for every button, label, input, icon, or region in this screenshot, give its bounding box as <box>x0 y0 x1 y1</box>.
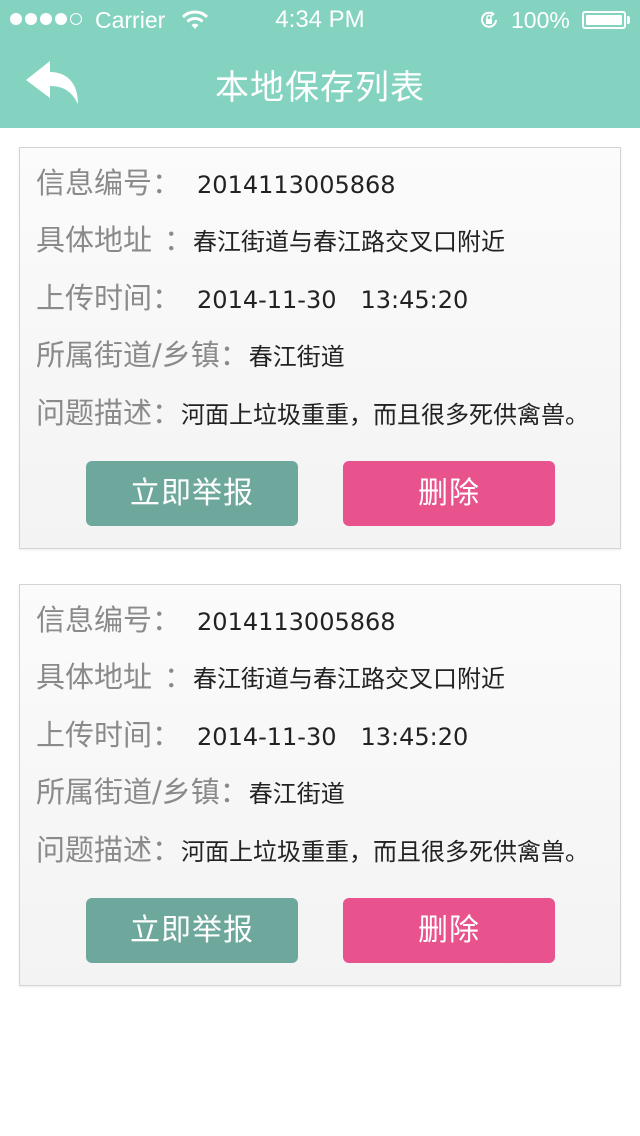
description-label: 问题描述 <box>36 396 153 430</box>
address-row: 具体地址 ：春江街道与春江路交叉口附近 <box>36 660 506 694</box>
page-title: 本地保存列表 <box>215 68 425 108</box>
address-label: 具体地址 <box>36 660 153 694</box>
record-id-value: 2014113005868 <box>197 171 396 199</box>
street-value: 春江街道 <box>248 343 345 371</box>
record-card: 信息编号： 2014113005868 具体地址 ：春江街道与春江路交叉口附近 上传… <box>19 584 621 986</box>
rotation-lock-icon <box>478 9 500 36</box>
street-label: 所属街道/乡镇 <box>36 775 220 809</box>
delete-button[interactable]: 删除 <box>343 461 555 526</box>
record-id-value: 2014113005868 <box>197 608 396 636</box>
street-label: 所属街道/乡镇 <box>36 338 220 372</box>
battery-percentage: 100% <box>511 7 570 33</box>
address-value: 春江街道与春江路交叉口附近 <box>193 228 506 256</box>
upload-time-label: 上传时间 <box>36 281 153 315</box>
battery-icon <box>582 11 626 29</box>
description-value: 河面上垃圾重重，而且很多死供禽兽。 <box>181 401 590 429</box>
upload-time-label: 上传时间 <box>36 718 153 752</box>
record-id-label: 信息编号 <box>36 603 153 637</box>
street-value: 春江街道 <box>248 780 345 808</box>
description-label: 问题描述 <box>36 833 153 867</box>
status-bar: Carrier 4:34 PM 100% <box>0 0 640 40</box>
upload-time-value: 2014-11-30 13:45:20 <box>197 286 469 314</box>
record-id-label: 信息编号 <box>36 166 153 200</box>
report-now-button[interactable]: 立即举报 <box>86 461 298 526</box>
description-value: 河面上垃圾重重，而且很多死供禽兽。 <box>181 838 590 866</box>
street-row: 所属街道/乡镇：春江街道 <box>36 338 345 372</box>
upload-time-row: 上传时间： 2014-11-30 13:45:20 <box>36 281 469 315</box>
upload-time-row: 上传时间： 2014-11-30 13:45:20 <box>36 718 469 752</box>
street-row: 所属街道/乡镇：春江街道 <box>36 775 345 809</box>
record-card: 信息编号： 2014113005868 具体地址 ：春江街道与春江路交叉口附近 上传… <box>19 147 621 549</box>
description-row: 问题描述：河面上垃圾重重，而且很多死供禽兽。 <box>36 396 590 430</box>
address-label: 具体地址 <box>36 223 153 257</box>
navigation-bar: 本地保存列表 <box>0 40 640 128</box>
report-now-button[interactable]: 立即举报 <box>86 898 298 963</box>
address-row: 具体地址 ：春江街道与春江路交叉口附近 <box>36 223 506 257</box>
delete-button[interactable]: 删除 <box>343 898 555 963</box>
upload-time-value: 2014-11-30 13:45:20 <box>197 723 469 751</box>
address-value: 春江街道与春江路交叉口附近 <box>193 665 506 693</box>
record-id-row: 信息编号： 2014113005868 <box>36 166 396 200</box>
description-row: 问题描述：河面上垃圾重重，而且很多死供禽兽。 <box>36 833 590 867</box>
record-id-row: 信息编号： 2014113005868 <box>36 603 396 637</box>
